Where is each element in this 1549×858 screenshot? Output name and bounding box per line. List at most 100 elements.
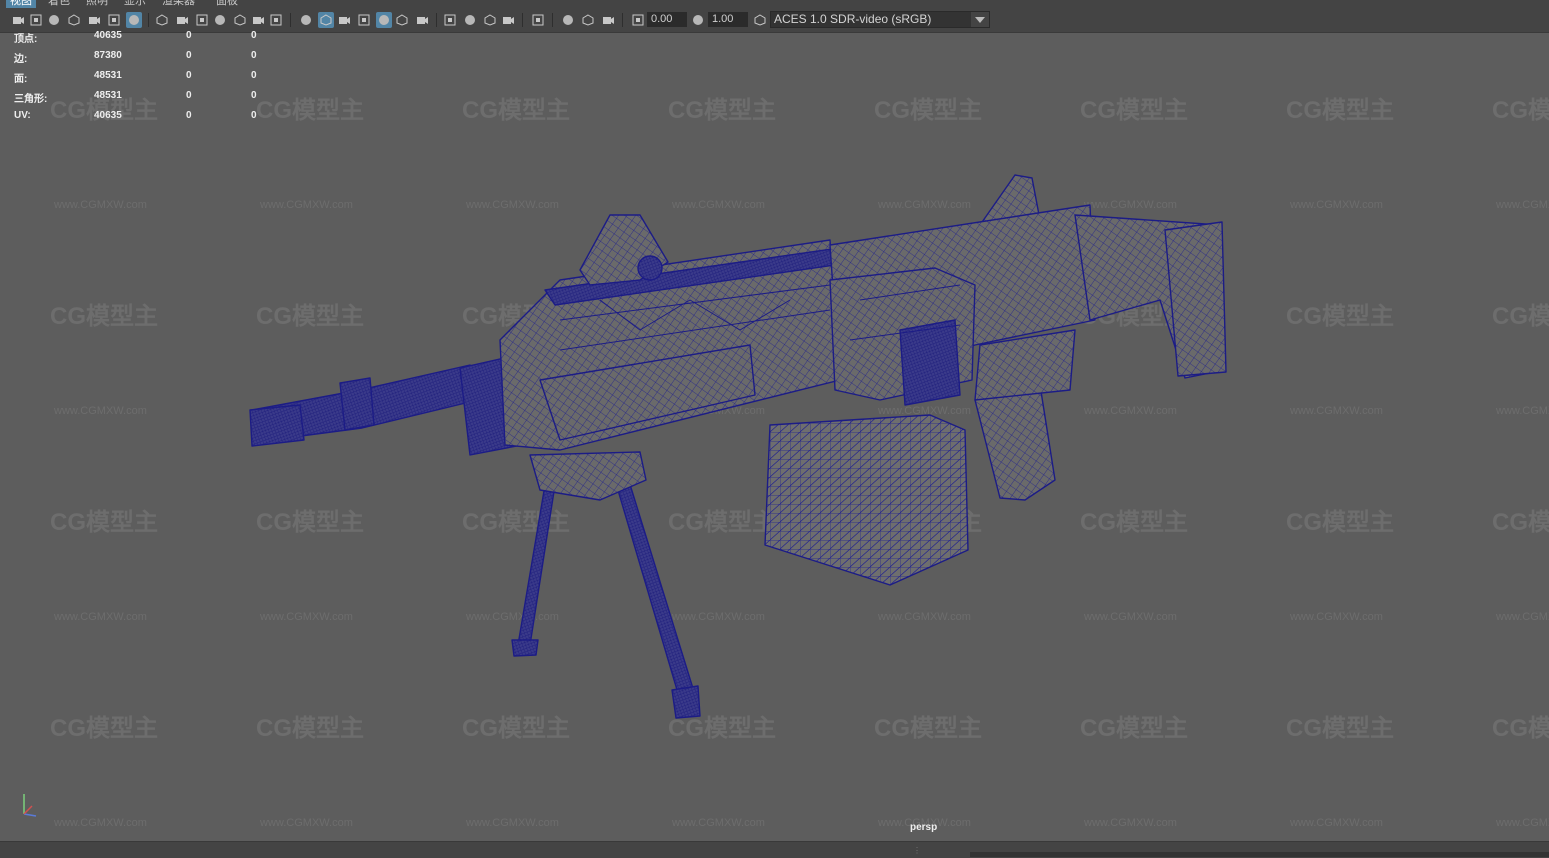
depth-of-field-icon[interactable]	[500, 12, 516, 28]
hud-c2: 0	[186, 70, 192, 81]
hud-c2: 0	[186, 90, 192, 101]
perspective-viewport[interactable]: CG模型主 www.CGMXW.com CG模型主 www.CGMXW.com CG模型…	[0, 33, 1549, 841]
default-material-icon[interactable]	[336, 12, 352, 28]
gamma-field[interactable]: 1.00	[708, 12, 748, 27]
resolution-gate-icon[interactable]	[194, 12, 210, 28]
hud-c1: 48531	[94, 70, 122, 81]
hud-c3: 0	[251, 50, 257, 61]
hud-label: UV:	[14, 110, 31, 121]
watermark-logo: CG模型主	[1286, 715, 1394, 742]
image-plane-icon[interactable]	[86, 12, 102, 28]
camera-attributes-icon[interactable]	[46, 12, 62, 28]
watermark-url: www.CGMXW.com	[1083, 405, 1177, 417]
watermark-url: www.CGMXW.com	[1289, 405, 1383, 417]
hud-c3: 0	[251, 70, 257, 81]
hud-row: 面: 48531 0 0	[14, 70, 274, 90]
use-all-lights-icon[interactable]	[394, 12, 410, 28]
rifle-model	[249, 174, 1227, 719]
watermark-url: www.CGMXW.com	[1289, 611, 1383, 623]
xray-components-icon[interactable]	[600, 12, 616, 28]
bookmark-icon[interactable]	[66, 12, 82, 28]
toolbar-separator	[148, 13, 149, 27]
watermark-logo: CG模型主	[1492, 303, 1549, 330]
hud-c1: 87380	[94, 50, 122, 61]
wireframe-on-shaded-icon[interactable]	[356, 12, 372, 28]
field-chart-icon[interactable]	[232, 12, 248, 28]
film-gate-icon[interactable]	[174, 12, 190, 28]
hud-label: 边:	[14, 54, 28, 65]
grid-icon[interactable]	[154, 12, 170, 28]
watermark-url: www.CGMXW.com	[877, 199, 971, 211]
gate-mask-icon[interactable]	[212, 12, 228, 28]
horizontal-scrollbar[interactable]	[970, 852, 1549, 857]
hud-row: 边: 87380 0 0	[14, 50, 274, 70]
isolate-select-icon[interactable]	[530, 12, 546, 28]
viewport-canvas[interactable]: CG模型主 www.CGMXW.com CG模型主 www.CGMXW.com CG模型…	[0, 33, 1549, 841]
watermark-logo: CG模型主	[1080, 509, 1188, 536]
watermark-logo: CG模型主	[50, 509, 158, 536]
motion-blur-icon[interactable]	[462, 12, 478, 28]
watermark-url: www.CGMXW.com	[1289, 199, 1383, 211]
view-transform-dropdown[interactable]: ACES 1.0 SDR-video (sRGB)	[770, 11, 990, 28]
watermark-logo: CG模型主	[1080, 97, 1188, 124]
safe-action-icon[interactable]	[250, 12, 266, 28]
hud-c3: 0	[251, 90, 257, 101]
watermark-logo: CG模型主	[256, 715, 364, 742]
watermark-logo: CG模型主	[1080, 715, 1188, 742]
menu-item-3[interactable]: 显示	[120, 0, 150, 8]
watermark-logo: CG模型主	[50, 715, 158, 742]
watermark-url: www.CGMXW.com	[259, 817, 353, 829]
menu-item-0[interactable]: 视图	[6, 0, 36, 8]
wireframe-icon[interactable]	[298, 12, 314, 28]
watermark-logo: CG模型主	[1492, 509, 1549, 536]
toolbar-separator	[622, 13, 623, 27]
menu-item-1[interactable]: 着色	[44, 0, 74, 8]
view-axis-icon	[16, 790, 46, 820]
textured-icon[interactable]	[376, 12, 392, 28]
watermark-url: www.CGMXW.com	[465, 611, 559, 623]
resize-grip-icon[interactable]: ⋮	[913, 847, 921, 855]
xray-joints-icon[interactable]	[580, 12, 596, 28]
2d-pan-zoom-icon[interactable]	[106, 12, 122, 28]
hud-label: 三角形:	[14, 94, 48, 105]
watermark-logo: CG模型主	[462, 715, 570, 742]
toolbar-separator	[436, 13, 437, 27]
menu-item-2[interactable]: 照明	[82, 0, 112, 8]
menu-item-4[interactable]: 渲染器	[158, 0, 199, 8]
hud-c2: 0	[186, 110, 192, 121]
watermark-logo: CG模型主	[668, 97, 776, 124]
watermark-url: www.CGMXW.com	[259, 611, 353, 623]
xray-icon[interactable]	[560, 12, 576, 28]
multisample-aa-icon[interactable]	[482, 12, 498, 28]
screen-space-ao-icon[interactable]	[442, 12, 458, 28]
watermark-url: www.CGMXW.com	[671, 817, 765, 829]
watermark-logo: CG模型主	[462, 97, 570, 124]
watermark-url: www.CGMXW.com	[671, 611, 765, 623]
shadows-icon[interactable]	[414, 12, 430, 28]
grease-pencil-icon[interactable]	[126, 12, 142, 28]
watermark-url: www.CGMXW.com	[53, 199, 147, 211]
watermark-url: www.CGMXW.com	[53, 405, 147, 417]
safe-title-icon[interactable]	[268, 12, 284, 28]
smooth-shade-icon[interactable]	[318, 12, 334, 28]
watermark-logo: CG模型主	[1286, 303, 1394, 330]
gamma-icon[interactable]	[690, 12, 706, 28]
menu-item-5[interactable]: 面板	[212, 0, 242, 8]
watermark-logo: CG模型主	[668, 715, 776, 742]
watermark-url: www.CGMXW.com	[1495, 405, 1549, 417]
hud-c1: 40635	[94, 30, 122, 41]
watermark-url: www.CGMXW.com	[465, 199, 559, 211]
watermark-url: www.CGMXW.com	[671, 199, 765, 211]
watermark-url: www.CGMXW.com	[877, 611, 971, 623]
camera-lock-icon[interactable]	[28, 12, 44, 28]
exposure-icon[interactable]	[630, 12, 646, 28]
watermark-logo: CG模型主	[462, 509, 570, 536]
camera-name-label: persp	[910, 822, 938, 833]
hud-c3: 0	[251, 110, 257, 121]
color-management-icon[interactable]	[752, 12, 768, 28]
watermark-logo: CG模型主	[668, 509, 776, 536]
exposure-field[interactable]: 0.00	[647, 12, 687, 27]
camera-icon[interactable]	[10, 12, 26, 28]
watermark-logo: CG模型主	[874, 715, 982, 742]
chevron-down-icon	[971, 12, 989, 27]
